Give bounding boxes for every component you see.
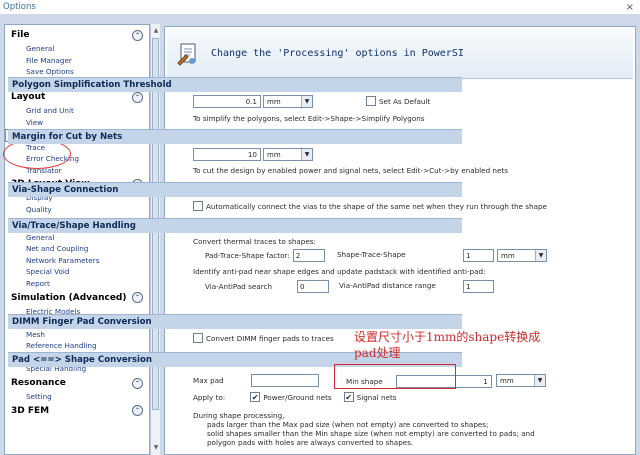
margin-hint: To cut the design by enabled power and s… [193, 166, 508, 175]
scroll-up-icon[interactable]: ▲ [151, 26, 161, 36]
sidebar-item[interactable]: Mesh [5, 329, 149, 341]
auto-connect-label: Automatically connect the vias to the sh… [206, 201, 547, 211]
collapse-icon[interactable]: ⌃ [132, 377, 143, 389]
close-icon[interactable]: × [626, 2, 634, 13]
pad-shape-desc-4: polygon pads with holes are always conve… [207, 438, 414, 447]
sidebar-item[interactable]: General [5, 43, 149, 55]
min-shape-highlight-box [334, 364, 456, 389]
pad-trace-label: Pad-Trace-Shape factor: [205, 251, 290, 260]
antipad-range-input[interactable]: 1 [463, 280, 494, 293]
shape-trace-label: Shape-Trace-Shape [337, 250, 406, 259]
max-pad-input[interactable] [250, 374, 319, 387]
sidebar-section-label: Simulation (Advanced) [11, 292, 127, 303]
pad-shape-desc-2: pads larger than the Max pad size (when … [207, 420, 489, 429]
sidebar-item[interactable]: Net and Coupling [5, 243, 149, 255]
title-bar: Options × [0, 0, 640, 14]
polygon-heading: Polygon Simplification Threshold [8, 77, 462, 92]
chevron-down-icon: ▼ [534, 375, 545, 386]
antipad-search-input[interactable]: 0 [297, 280, 330, 293]
margin-input[interactable]: 10 [193, 148, 261, 161]
signal-nets-label: Signal nets [356, 392, 397, 402]
set-default-checkbox[interactable] [366, 96, 376, 106]
polygon-threshold-input[interactable]: 0.1 [193, 95, 261, 108]
power-ground-label: Power/Ground nets [263, 392, 332, 402]
sidebar-section[interactable]: Resonance ⌃ [5, 375, 149, 391]
sidebar-item[interactable]: View [5, 117, 149, 129]
sidebar-item[interactable]: Quality [5, 204, 149, 216]
pad-shape-desc-3: solid shapes smaller than the Min shape … [207, 429, 535, 438]
sidebar-section-label: 3D FEM [11, 405, 50, 416]
pad-shape-desc-1: During shape processing, [193, 411, 285, 420]
sidebar-item[interactable]: Network Parameters [5, 255, 149, 267]
annotation-line-2: pad处理 [354, 346, 401, 360]
sidebar-item[interactable]: File Manager [5, 55, 149, 67]
max-pad-label: Max pad [193, 376, 224, 385]
collapse-icon[interactable]: ⌃ [132, 29, 143, 41]
sidebar-item[interactable]: General [5, 232, 149, 244]
window-title: Options [3, 2, 36, 12]
pad-shape-unit-select[interactable]: mm ▼ [496, 374, 546, 387]
chevron-down-icon: ▼ [535, 250, 546, 261]
annotation-note: 设置尺寸小于1mm的shape转换成 pad处理 [354, 329, 540, 361]
scroll-down-icon[interactable]: ▼ [151, 443, 161, 453]
sidebar-item[interactable]: Special Void [5, 266, 149, 278]
shape-trace-unit-value: mm [501, 251, 515, 260]
panel-header: Change the 'Processing' options in Power… [167, 29, 633, 79]
wrench-document-icon [175, 41, 201, 67]
sidebar-section[interactable]: Simulation (Advanced) ⌃ [5, 290, 149, 306]
antipad-search-label: Via-AntiPad search [205, 282, 273, 291]
polygon-unit-value: mm [267, 97, 281, 106]
sidebar-item[interactable]: Translator [5, 165, 149, 177]
sidebar-section-label: File [11, 30, 30, 40]
sidebar-item[interactable]: Error Checking [5, 153, 149, 165]
auto-connect-checkbox[interactable] [193, 201, 203, 211]
margin-unit-value: mm [267, 150, 281, 159]
sidebar-item[interactable]: Reference Handling [5, 340, 149, 352]
via-shape-heading: Via-Shape Connection [8, 182, 462, 197]
shape-trace-input[interactable]: 1 [463, 249, 494, 262]
set-default-label: Set As Default [379, 96, 431, 106]
sidebar-section-label: Resonance [11, 378, 66, 389]
sidebar-item[interactable]: Report [5, 278, 149, 290]
dimm-label: Convert DIMM finger pads to traces [206, 333, 334, 343]
sidebar-section[interactable]: 3D FEM ⌃ [5, 403, 149, 419]
chevron-down-icon: ▼ [301, 96, 312, 107]
sidebar-item[interactable]: Grid and Unit [5, 105, 149, 117]
collapse-icon[interactable]: ⌃ [132, 292, 143, 303]
pad-trace-input[interactable]: 2 [292, 249, 325, 262]
signal-nets-checkbox[interactable]: ✔ [343, 392, 354, 402]
margin-heading: Margin for Cut by Nets [8, 129, 462, 144]
sidebar-section[interactable]: File ⌃ [5, 27, 149, 43]
collapse-icon[interactable]: ⌃ [132, 405, 143, 417]
identify-antipad-label: Identify anti-pad near shape edges and u… [193, 267, 486, 276]
options-dialog: File⌃GeneralFile ManagerSave OptionsHotk… [0, 14, 640, 455]
polygon-unit-select[interactable]: mm ▼ [263, 95, 313, 108]
dimm-checkbox[interactable] [193, 333, 203, 343]
margin-unit-select[interactable]: mm ▼ [263, 148, 313, 161]
sidebar-section-label: Layout [11, 92, 46, 103]
power-ground-checkbox[interactable]: ✔ [250, 392, 261, 402]
pad-shape-unit-value: mm [500, 376, 514, 385]
dimm-heading: DIMM Finger Pad Conversion [8, 314, 462, 329]
sidebar-item[interactable]: Setting [5, 391, 149, 403]
shape-trace-unit-select[interactable]: mm ▼ [497, 249, 547, 262]
convert-thermal-label: Convert thermal traces to shapes: [193, 237, 316, 246]
annotation-line-1: 设置尺寸小于1mm的shape转换成 [354, 330, 541, 344]
via-trace-heading: Via/Trace/Shape Handling [8, 218, 462, 233]
collapse-icon[interactable]: ⌃ [132, 91, 143, 103]
apply-to-label: Apply to: [193, 392, 226, 402]
panel-title: Change the 'Processing' options in Power… [211, 48, 464, 59]
antipad-range-label: Via-AntiPad distance range [339, 281, 436, 290]
chevron-down-icon: ▼ [301, 149, 312, 160]
polygon-hint: To simplify the polygons, select Edit->S… [193, 114, 425, 123]
